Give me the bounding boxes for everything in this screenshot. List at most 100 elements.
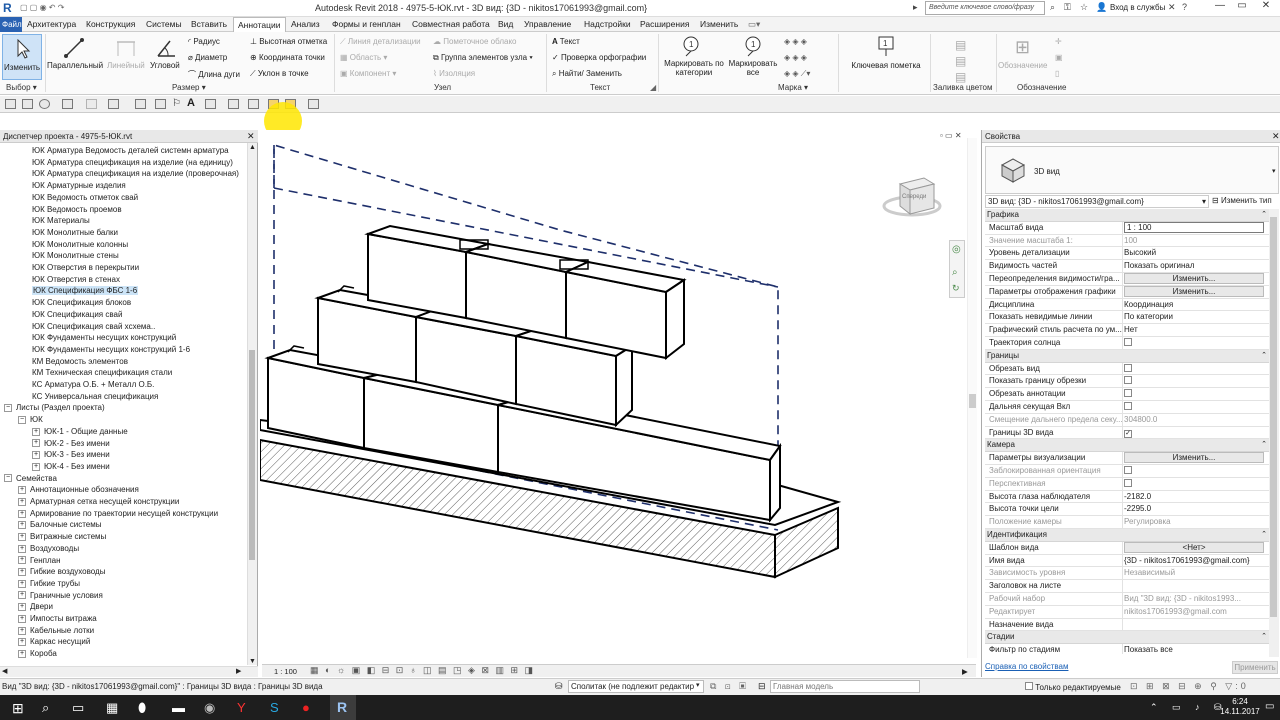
browser-item[interactable]: + Генплан xyxy=(18,555,61,567)
symbol-button[interactable]: Обозначение xyxy=(998,61,1047,70)
collapse-icon[interactable]: − xyxy=(4,474,12,483)
property-edit-button[interactable]: Изменить... xyxy=(1124,285,1264,297)
exchange-icon[interactable]: ✕ xyxy=(1168,2,1176,13)
pipe-legend-icon[interactable]: ▤ xyxy=(955,70,966,84)
maximize-button[interactable]: ▭ xyxy=(1232,0,1252,16)
property-checkbox[interactable] xyxy=(1124,363,1264,374)
text-tool-icon[interactable]: A xyxy=(187,97,195,109)
expand-icon[interactable]: + xyxy=(18,544,26,553)
help-icon[interactable]: ? xyxy=(1182,2,1187,12)
expand-icon[interactable]: + xyxy=(18,497,26,506)
properties-scrollbar-thumb[interactable] xyxy=(1270,217,1277,617)
tab-options-icon[interactable]: ▭▾ xyxy=(748,19,760,30)
expand-icon[interactable]: + xyxy=(18,579,26,588)
browser-item[interactable]: + Каркас несущий xyxy=(18,636,90,648)
property-checkbox[interactable] xyxy=(1124,338,1264,348)
property-value[interactable]: 1 : 100 xyxy=(1124,221,1264,233)
browser-item[interactable]: ЮК Арматурные изделия xyxy=(32,180,126,192)
revision-cloud-button[interactable]: ☁ Пометочное облако xyxy=(433,37,517,46)
customize-qat-icon[interactable] xyxy=(308,99,319,109)
skype-icon[interactable]: S xyxy=(270,700,286,716)
browser-item[interactable]: + Арматурная сетка несущей конструкции xyxy=(18,496,179,508)
angular-dimension-button[interactable]: Угловой xyxy=(150,61,180,70)
editable-only-checkbox[interactable]: Только редактируемые xyxy=(1025,682,1121,692)
properties-section-header[interactable]: Границы ⌃ xyxy=(985,349,1269,363)
search-icon[interactable]: ⌕ xyxy=(42,700,58,716)
record-icon[interactable]: ● xyxy=(302,700,318,716)
expand-icon[interactable]: + xyxy=(18,638,26,647)
browser-item[interactable]: + Гибкие воздуховоды xyxy=(18,566,105,578)
edit-type-button[interactable]: ⊟ Изменить тип xyxy=(1212,196,1272,205)
browser-item[interactable]: + Гибкие трубы xyxy=(18,578,80,590)
detail-group-button[interactable]: ⧉ Группа элементов узла ▾ xyxy=(433,53,533,63)
browser-item[interactable]: ЮК Спецификация свай xyxy=(32,309,122,321)
browser-item[interactable]: ЮК Монолитные колонны xyxy=(32,239,128,251)
property-edit-button[interactable]: Изменить... xyxy=(1124,452,1264,464)
browser-item[interactable]: ЮК Ведомость проемов xyxy=(32,204,122,216)
browser-item[interactable]: + ЮК-2 - Без имени xyxy=(32,438,110,450)
expand-icon[interactable]: + xyxy=(18,626,26,635)
revit-logo-icon[interactable]: R xyxy=(3,1,15,15)
browser-item[interactable]: ЮК Материалы xyxy=(32,215,90,227)
collapse-section-icon[interactable]: ⌃ xyxy=(1261,210,1267,218)
tag-group-label[interactable]: Марка ▾ xyxy=(778,83,808,92)
view-bar-scroll-right-icon[interactable]: ▶ xyxy=(962,667,968,676)
spot-coordinate-button[interactable]: ⊕ Координата точки xyxy=(250,53,325,62)
collapse-icon[interactable]: − xyxy=(4,404,12,413)
search-toggle-icon[interactable]: ▸ xyxy=(913,2,918,13)
browser-item[interactable]: − Семейства xyxy=(4,473,57,485)
type-selector[interactable]: 3D вид ▾ xyxy=(985,146,1279,194)
tag-tools-icons-3[interactable]: ◈ ◈ ⟋▾ xyxy=(784,69,810,79)
browser-item[interactable]: ЮК Арматура спецификация на изделие (про… xyxy=(32,168,239,180)
browser-item[interactable]: ЮК Монолитные балки xyxy=(32,227,118,239)
expand-icon[interactable]: + xyxy=(32,427,40,436)
minimize-button[interactable]: — xyxy=(1210,0,1230,16)
property-edit-button[interactable]: <Нет> xyxy=(1124,541,1264,553)
select-group-label[interactable]: Выбор ▾ xyxy=(6,83,37,92)
property-value[interactable]: Показать оригинал xyxy=(1124,261,1264,270)
yandex-browser-icon[interactable]: Y xyxy=(237,700,253,716)
tag-icon[interactable]: ⚐ xyxy=(172,98,181,109)
tab-insert[interactable]: Вставить xyxy=(191,19,227,29)
spot-slope-button[interactable]: ⟋ Уклон в точке xyxy=(250,69,309,79)
browser-scrollbar-thumb[interactable] xyxy=(249,350,255,560)
view-scrollbar[interactable] xyxy=(967,138,977,658)
tab-file[interactable]: Файл xyxy=(0,17,22,32)
browser-item[interactable]: КС Арматура О.Б. + Металл О.Б. xyxy=(32,379,154,391)
dimension-icon[interactable] xyxy=(155,99,166,109)
properties-scrollbar[interactable] xyxy=(1269,209,1279,657)
browser-item[interactable]: КМ Техническая спецификация стали xyxy=(32,367,172,379)
tab-architecture[interactable]: Архитектура xyxy=(27,19,76,29)
tab-collaborate[interactable]: Совместная работа xyxy=(412,19,490,29)
property-checkbox[interactable] xyxy=(1124,389,1264,399)
browser-item[interactable]: ЮК Спецификация свай хсхема.. xyxy=(32,321,155,333)
scroll-down-icon[interactable]: ▼ xyxy=(249,658,256,665)
property-value[interactable]: Показать все xyxy=(1124,645,1264,654)
browser-hscroll[interactable]: ◀ ▶ xyxy=(0,666,258,677)
properties-section-header[interactable]: Камера ⌃ xyxy=(985,439,1269,453)
properties-section-header[interactable]: Стадии ⌃ xyxy=(985,631,1269,645)
aligned-dimension-button[interactable]: Параллельный xyxy=(47,61,103,70)
view-control-icons[interactable]: ▦ ◐ ☼ ▣ ◧ ⊟ ⊡ ♁ ◫ ▤ ◳ ◈ ⊠ ▥ ⊞ ◨ xyxy=(310,665,535,676)
keynote-button[interactable]: Ключевая пометка xyxy=(848,61,924,70)
selection-filter-icons[interactable]: ⊡ ⊞ ⊠ ⊟ ⊕ ⚲ ▽:0 xyxy=(1130,681,1249,692)
properties-section-header[interactable]: Графика ⌃ xyxy=(985,209,1269,222)
property-value[interactable]: Высокий xyxy=(1124,248,1264,257)
browser-item[interactable]: − ЮК xyxy=(18,414,43,426)
property-value[interactable]: По категории xyxy=(1124,312,1264,321)
view-scrollbar-thumb[interactable] xyxy=(969,394,976,408)
properties-help-link[interactable]: Справка по свойствам xyxy=(985,662,1068,671)
search-input[interactable]: Введите ключевое слово/фразу xyxy=(925,1,1045,15)
sync-icon[interactable] xyxy=(39,99,50,109)
tab-massing-site[interactable]: Формы и генплан xyxy=(332,19,401,29)
notifications-icon[interactable]: ▭ xyxy=(1265,701,1274,712)
close-button[interactable]: ✕ xyxy=(1256,0,1276,16)
browser-item[interactable]: + ЮК-3 - Без имени xyxy=(32,449,110,461)
arc-length-dimension-button[interactable]: ⌒ Длина дуги xyxy=(188,69,240,80)
3d-view-icon[interactable] xyxy=(205,99,216,109)
color-fill-legend-icon[interactable]: ▤ xyxy=(955,38,966,52)
tab-extensions[interactable]: Расширения xyxy=(640,19,689,29)
tab-systems[interactable]: Системы xyxy=(146,19,182,29)
undo-icon[interactable] xyxy=(62,99,73,109)
property-value[interactable]: Нет xyxy=(1124,325,1264,334)
